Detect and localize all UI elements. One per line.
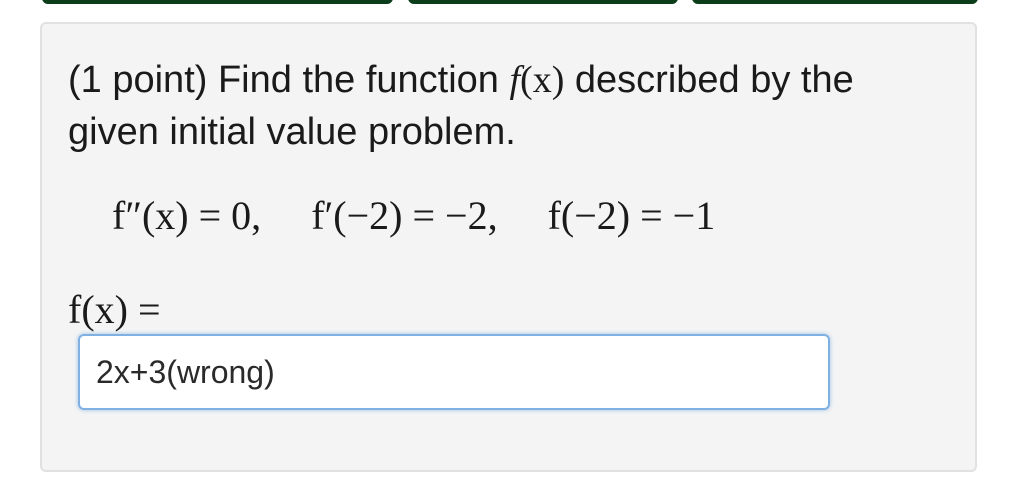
equation-first-derivative: f′(−2) = −2, — [311, 193, 498, 238]
answer-label: f(x) = — [68, 287, 161, 332]
tab-1[interactable] — [42, 0, 393, 4]
equation-second-derivative: f″(x) = 0, — [112, 193, 262, 238]
prompt-function-arg: (x) — [520, 59, 565, 101]
problem-card: (1 point) Find the function f(x) describ… — [40, 22, 977, 472]
tab-3[interactable] — [692, 0, 978, 4]
top-tab-bar — [0, 0, 1019, 6]
equation-initial-value: f(−2) = −1 — [547, 193, 716, 238]
initial-conditions: f″(x) = 0, f′(−2) = −2, f(−2) = −1 — [112, 192, 715, 239]
tab-2[interactable] — [408, 0, 678, 4]
prompt-function-name: f — [509, 59, 521, 101]
problem-prompt: (1 point) Find the function f(x) describ… — [68, 54, 948, 158]
answer-input[interactable] — [78, 334, 830, 410]
prompt-prefix: (1 point) Find the function — [68, 59, 510, 101]
